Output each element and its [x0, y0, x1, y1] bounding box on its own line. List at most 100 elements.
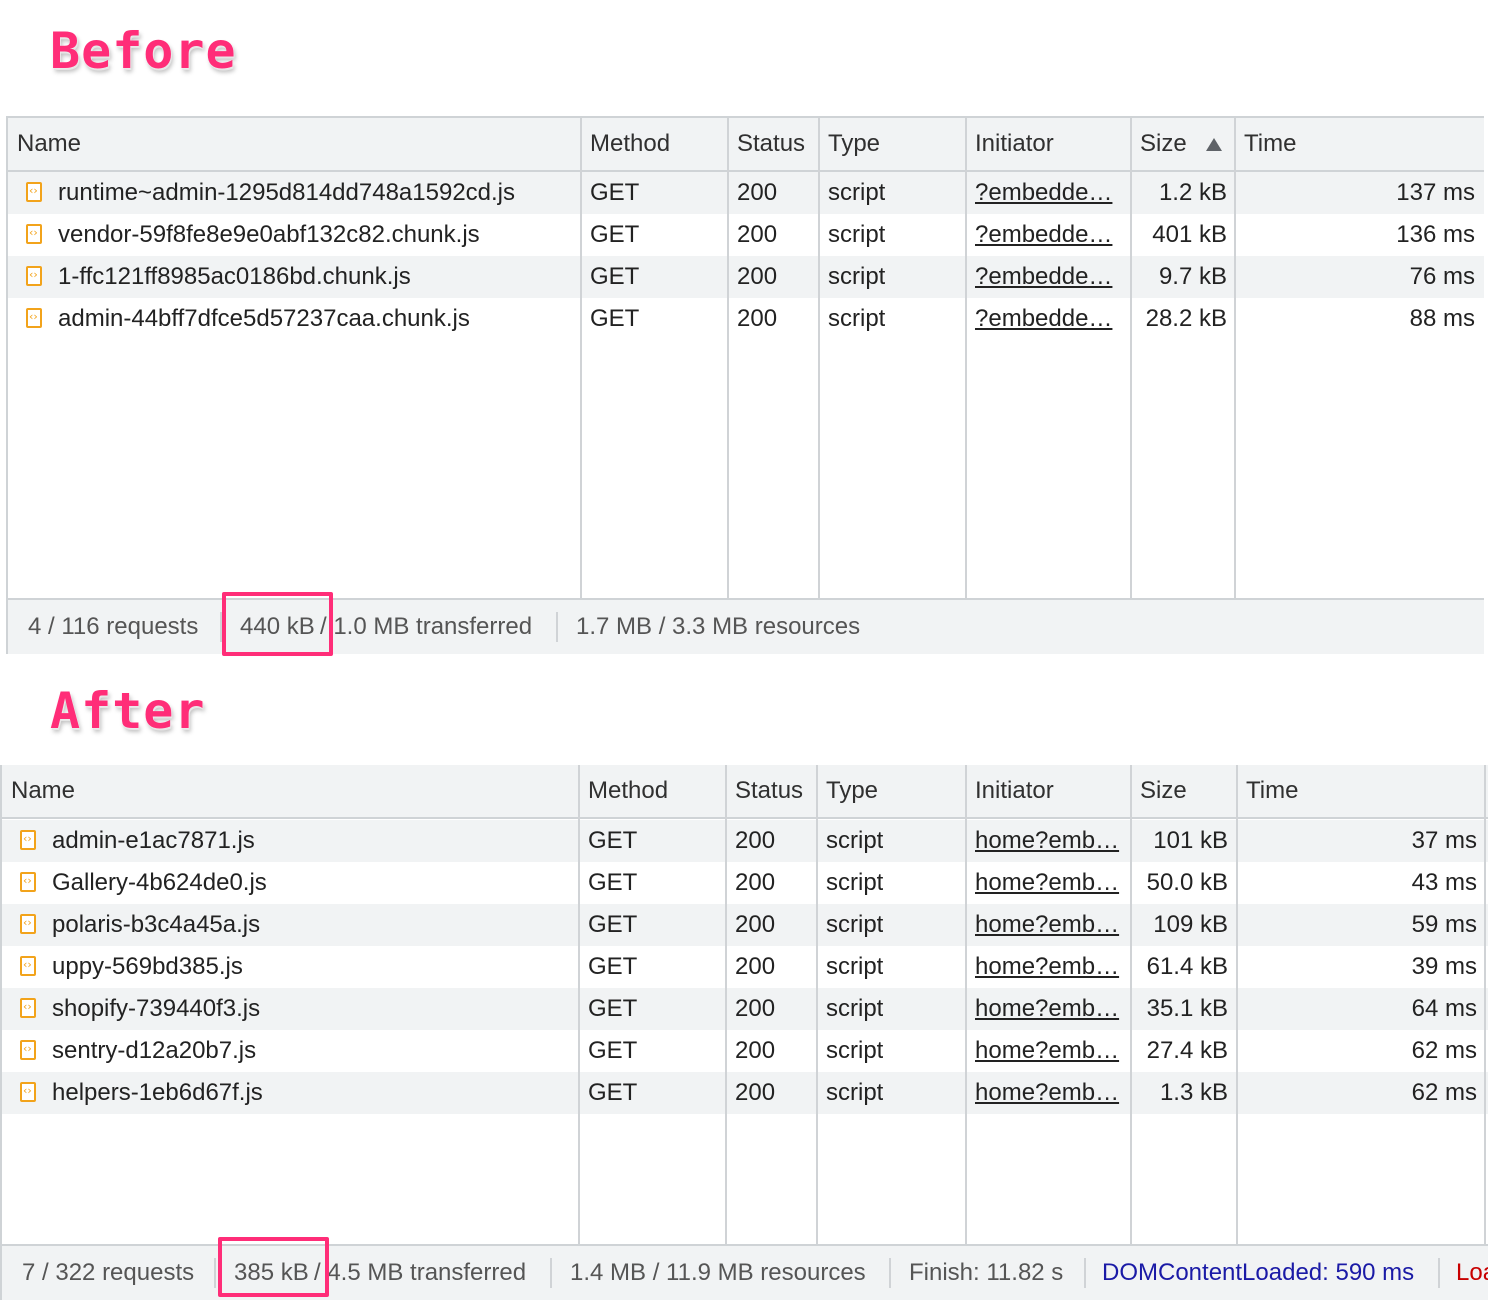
column-divider[interactable]: [1484, 765, 1486, 1245]
column-divider[interactable]: [965, 765, 967, 1245]
request-name: runtime~admin-1295d814dd748a1592cd.js: [58, 179, 516, 206]
request-time: 37 ms: [1411, 827, 1477, 854]
highlight-box: [218, 1237, 329, 1297]
request-initiator-link[interactable]: home?emb…: [975, 862, 1123, 904]
col-initiator-header[interactable]: Initiator: [966, 118, 1131, 170]
after-header-row: Name Method Status Type Initiator Size T…: [2, 765, 1488, 819]
requests-count: 4 / 116 requests: [28, 613, 199, 640]
request-size: 50.0 kB: [1146, 869, 1228, 896]
request-type: script: [826, 827, 884, 854]
request-time: 43 ms: [1411, 869, 1477, 896]
request-method: GET: [588, 911, 638, 938]
status-separator: [1084, 1258, 1086, 1288]
col-status-header[interactable]: Status: [726, 765, 817, 817]
request-status: 200: [737, 305, 778, 332]
request-initiator-link[interactable]: home?emb…: [975, 946, 1123, 988]
sort-ascending-icon[interactable]: [1206, 138, 1222, 151]
request-initiator-link[interactable]: ?embedde…: [975, 256, 1125, 298]
table-row[interactable]: sentry-d12a20b7.js GET 200 script home?e…: [2, 1030, 1488, 1072]
request-initiator-link[interactable]: home?emb…: [975, 988, 1123, 1030]
request-status: 200: [737, 179, 778, 206]
table-row[interactable]: admin-44bff7dfce5d57237caa.chunk.js GET …: [8, 298, 1484, 340]
domcontentloaded-time: DOMContentLoaded: 590 ms: [1102, 1259, 1415, 1286]
request-type: script: [826, 1037, 884, 1064]
col-size-header[interactable]: Size: [1131, 765, 1237, 817]
script-file-icon: [20, 1082, 36, 1102]
status-separator: [889, 1258, 891, 1288]
request-status: 200: [735, 911, 776, 938]
column-divider[interactable]: [580, 118, 582, 598]
request-initiator-link[interactable]: home?emb…: [975, 1030, 1123, 1072]
script-file-icon: [26, 224, 42, 244]
request-size: 9.7 kB: [1158, 263, 1227, 290]
column-divider[interactable]: [1130, 118, 1132, 598]
column-divider[interactable]: [1234, 118, 1236, 598]
request-size: 28.2 kB: [1145, 305, 1227, 332]
resources-size: 1.4 MB / 11.9 MB resources: [570, 1259, 866, 1286]
request-type: script: [828, 263, 886, 290]
col-method-header[interactable]: Method: [581, 118, 728, 170]
request-method: GET: [588, 953, 638, 980]
column-divider[interactable]: [965, 118, 967, 598]
request-status: 200: [737, 263, 778, 290]
request-time: 62 ms: [1411, 1079, 1477, 1106]
request-time: 136 ms: [1396, 221, 1475, 248]
request-size: 27.4 kB: [1146, 1037, 1228, 1064]
table-row[interactable]: vendor-59f8fe8e9e0abf132c82.chunk.js GET…: [8, 214, 1484, 256]
before-heading: Before: [50, 22, 237, 80]
request-status: 200: [735, 869, 776, 896]
requests-count: 7 / 322 requests: [22, 1259, 195, 1286]
col-method-header[interactable]: Method: [579, 765, 726, 817]
highlight-box: [222, 592, 333, 656]
request-initiator-link[interactable]: home?emb…: [975, 820, 1123, 862]
table-row[interactable]: admin-e1ac7871.js GET 200 script home?em…: [2, 820, 1488, 862]
request-initiator-link[interactable]: ?embedde…: [975, 214, 1125, 256]
table-row[interactable]: helpers-1eb6d67f.js GET 200 script home?…: [2, 1072, 1488, 1114]
request-type: script: [826, 869, 884, 896]
col-time-header[interactable]: Time: [1235, 118, 1484, 170]
request-method: GET: [588, 995, 638, 1022]
col-type-header[interactable]: Type: [817, 765, 966, 817]
table-row[interactable]: polaris-b3c4a45a.js GET 200 script home?…: [2, 904, 1488, 946]
request-type: script: [828, 179, 886, 206]
column-divider[interactable]: [1236, 765, 1238, 1245]
table-row[interactable]: 1-ffc121ff8985ac0186bd.chunk.js GET 200 …: [8, 256, 1484, 298]
col-name-header[interactable]: Name: [2, 765, 579, 817]
table-row[interactable]: runtime~admin-1295d814dd748a1592cd.js GE…: [8, 172, 1484, 214]
request-size: 1.2 kB: [1158, 179, 1227, 206]
request-name: vendor-59f8fe8e9e0abf132c82.chunk.js: [58, 221, 480, 248]
request-name: Gallery-4b624de0.js: [52, 869, 267, 896]
table-row[interactable]: uppy-569bd385.js GET 200 script home?emb…: [2, 946, 1488, 988]
col-name-header[interactable]: Name: [8, 118, 581, 170]
column-divider[interactable]: [725, 765, 727, 1245]
request-initiator-link[interactable]: ?embedde…: [975, 298, 1125, 340]
request-type: script: [828, 221, 886, 248]
request-initiator-link[interactable]: home?emb…: [975, 1072, 1123, 1114]
request-method: GET: [588, 1079, 638, 1106]
request-time: 59 ms: [1411, 911, 1477, 938]
col-time-header[interactable]: Time: [1237, 765, 1488, 817]
table-row[interactable]: shopify-739440f3.js GET 200 script home?…: [2, 988, 1488, 1030]
col-status-header[interactable]: Status: [728, 118, 819, 170]
request-name: uppy-569bd385.js: [52, 953, 243, 980]
col-type-header[interactable]: Type: [819, 118, 966, 170]
col-initiator-header[interactable]: Initiator: [966, 765, 1131, 817]
request-method: GET: [590, 221, 640, 248]
script-file-icon: [20, 914, 36, 934]
request-name: 1-ffc121ff8985ac0186bd.chunk.js: [58, 263, 411, 290]
request-initiator-link[interactable]: ?embedde…: [975, 172, 1125, 214]
finish-time: Finish: 11.82 s: [909, 1259, 1064, 1286]
column-divider[interactable]: [727, 118, 729, 598]
request-type: script: [826, 911, 884, 938]
script-file-icon: [26, 182, 42, 202]
request-time: 62 ms: [1411, 1037, 1477, 1064]
column-divider[interactable]: [578, 765, 580, 1245]
request-method: GET: [588, 1037, 638, 1064]
column-divider[interactable]: [816, 765, 818, 1245]
status-separator: [550, 1258, 552, 1288]
table-row[interactable]: Gallery-4b624de0.js GET 200 script home?…: [2, 862, 1488, 904]
column-divider[interactable]: [1130, 765, 1132, 1245]
request-initiator-link[interactable]: home?emb…: [975, 904, 1123, 946]
request-name: sentry-d12a20b7.js: [52, 1037, 257, 1064]
column-divider[interactable]: [818, 118, 820, 598]
